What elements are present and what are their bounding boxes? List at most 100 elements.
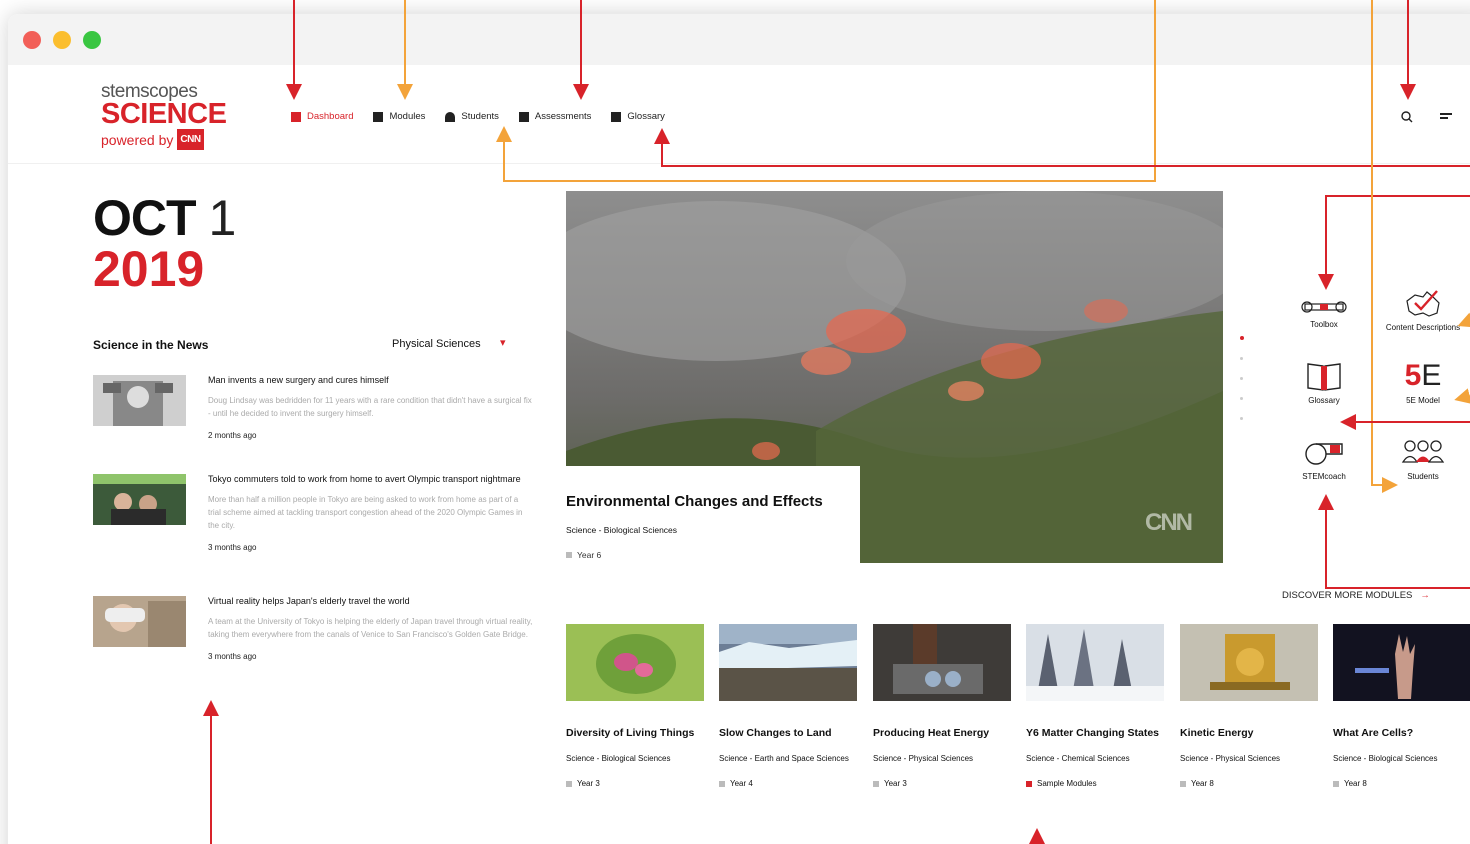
5e-glyph-e: E	[1421, 359, 1442, 392]
module-card[interactable]: Diversity of Living Things Science - Bio…	[566, 624, 706, 788]
module-card[interactable]: Kinetic Energy Science - Physical Scienc…	[1180, 624, 1320, 788]
maximize-window-button[interactable]	[83, 31, 101, 49]
news-filter-select[interactable]: Physical Sciences	[392, 338, 481, 350]
module-thumbnail	[1333, 624, 1470, 701]
news-title[interactable]: Virtual reality helps Japan's elderly tr…	[208, 596, 533, 607]
module-subject: Science - Earth and Space Sciences	[719, 754, 849, 763]
pager-dot[interactable]	[1240, 357, 1243, 360]
group-icon	[1401, 440, 1445, 463]
tool-stemcoach[interactable]: STEMcoach	[1274, 436, 1374, 481]
module-title: Producing Heat Energy	[873, 727, 990, 739]
students-icon	[445, 111, 456, 122]
news-desc: Doug Lindsay was bedridden for 11 years …	[208, 396, 532, 418]
year-square-icon	[1333, 780, 1339, 787]
screenshot-stage: stemscopes SCIENCE powered by CNN Dashbo…	[0, 0, 1470, 844]
glossary-icon	[611, 111, 622, 122]
module-tag-label: Year 8	[1344, 779, 1367, 788]
module-thumbnail	[566, 624, 704, 701]
modules-icon	[373, 111, 384, 122]
menu-icon	[1440, 113, 1452, 115]
hero-pager	[1240, 336, 1244, 437]
nav-dashboard[interactable]: Dashboard	[291, 111, 353, 122]
tool-toolbox[interactable]: Toolbox	[1274, 298, 1374, 329]
cnn-watermark: CNN	[1145, 509, 1193, 536]
tool-label: Toolbox	[1310, 320, 1338, 329]
nav-students[interactable]: Students	[445, 111, 499, 122]
module-tag: Sample Modules	[1026, 779, 1166, 788]
search-button[interactable]	[1401, 111, 1413, 126]
hero-title[interactable]: Environmental Changes and Effects	[566, 493, 860, 510]
tool-glossary[interactable]: Glossary	[1274, 360, 1374, 405]
year-square-icon	[566, 552, 572, 558]
hero-subject: Science - Biological Sciences	[566, 525, 678, 535]
5e-glyph-five: 5	[1404, 359, 1422, 392]
module-title: What Are Cells?	[1333, 727, 1414, 739]
hero-card[interactable]: Environmental Changes and Effects Scienc…	[566, 466, 860, 573]
tool-label: STEMcoach	[1302, 472, 1346, 481]
module-title: Kinetic Energy	[1180, 727, 1254, 739]
year-square-icon	[873, 780, 879, 787]
arrow-right-icon: →	[1420, 590, 1430, 601]
discover-more-modules-link[interactable]: DISCOVER MORE MODULES →	[1282, 590, 1430, 601]
nav-assessments[interactable]: Assessments	[518, 111, 591, 122]
hero-year: Year 6	[566, 550, 860, 560]
chevron-down-icon[interactable]: ▾	[500, 336, 506, 349]
module-card[interactable]: Y6 Matter Changing States Science - Chem…	[1026, 624, 1166, 788]
minimize-window-button[interactable]	[53, 31, 71, 49]
news-title[interactable]: Man invents a new surgery and cures hims…	[208, 375, 533, 386]
main-nav: Dashboard Modules Students Assessments G…	[291, 111, 665, 122]
date-year: 2019	[93, 241, 205, 297]
module-tag-label: Year 3	[884, 779, 907, 788]
news-time: 3 months ago	[208, 543, 257, 552]
news-thumbnail[interactable]	[93, 474, 186, 525]
5e-icon: 5E	[1373, 360, 1470, 392]
pager-dot[interactable]	[1240, 417, 1243, 420]
module-card[interactable]: Producing Heat Energy Science - Physical…	[873, 624, 1013, 788]
module-thumbnail	[1180, 624, 1318, 701]
module-tag: Year 3	[566, 779, 706, 788]
news-desc: More than half a million people in Tokyo…	[208, 495, 523, 530]
nav-glossary[interactable]: Glossary	[611, 111, 665, 122]
tool-5e-model[interactable]: 5E 5E Model	[1373, 360, 1470, 406]
module-tag-label: Year 4	[730, 779, 753, 788]
date-month-day: OCT 1	[93, 192, 236, 244]
module-card[interactable]: Slow Changes to Land Science - Earth and…	[719, 624, 859, 788]
dashboard-icon	[291, 111, 301, 122]
whistle-icon	[1305, 443, 1343, 465]
pager-dot[interactable]	[1240, 336, 1244, 340]
module-subject: Science - Physical Sciences	[1180, 754, 1281, 763]
menu-button[interactable]	[1440, 111, 1452, 121]
module-card[interactable]: What Are Cells? Science - Biological Sci…	[1333, 624, 1470, 788]
logo-line-2: SCIENCE	[101, 98, 227, 130]
module-thumbnail	[719, 624, 857, 701]
module-title: Y6 Matter Changing States	[1026, 727, 1160, 739]
app-header: stemscopes SCIENCE powered by CNN Dashbo…	[8, 65, 1470, 164]
pager-dot[interactable]	[1240, 377, 1243, 380]
logo-powered-by: powered by	[101, 131, 174, 148]
year-square-icon	[1180, 780, 1186, 787]
module-tag-label: Year 8	[1191, 779, 1214, 788]
close-window-button[interactable]	[23, 31, 41, 49]
news-body: Virtual reality helps Japan's elderly tr…	[208, 596, 533, 661]
tool-students[interactable]: Students	[1373, 436, 1470, 481]
menu-icon-line	[1440, 117, 1448, 119]
news-title[interactable]: Tokyo commuters told to work from home t…	[208, 474, 533, 485]
tool-content-descriptions[interactable]: Content Descriptions	[1373, 289, 1470, 332]
news-thumbnail[interactable]	[93, 375, 186, 426]
toolbox-icon	[1301, 301, 1347, 313]
news-thumbnail[interactable]	[93, 596, 186, 647]
stemscopes-logo[interactable]: stemscopes SCIENCE powered by CNN	[101, 82, 231, 150]
nav-modules[interactable]: Modules	[373, 111, 425, 122]
news-desc: A team at the University of Tokyo is hel…	[208, 617, 533, 639]
module-subject: Science - Chemical Sciences	[1026, 754, 1130, 763]
module-title: Diversity of Living Things	[566, 727, 695, 739]
news-time: 2 months ago	[208, 431, 257, 440]
module-title: Slow Changes to Land	[719, 727, 832, 739]
pager-dot[interactable]	[1240, 397, 1243, 400]
module-tag-label: Sample Modules	[1037, 779, 1097, 788]
tool-label: Glossary	[1308, 396, 1340, 405]
nav-glossary-label: Glossary	[627, 111, 665, 122]
nav-students-label: Students	[461, 111, 499, 122]
module-tag: Year 8	[1180, 779, 1320, 788]
window-titlebar	[8, 14, 1470, 65]
